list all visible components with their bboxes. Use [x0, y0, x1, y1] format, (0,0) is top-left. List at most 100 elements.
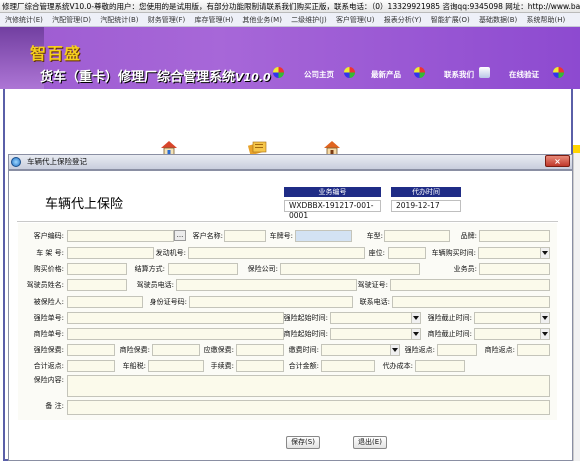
brand-logo: 智百盛 — [30, 44, 82, 63]
total-rebate-label: 合计返点: — [33, 362, 64, 370]
compulsory-rebate-input[interactable] — [437, 344, 477, 356]
compulsory-premium-input[interactable] — [67, 344, 115, 356]
commercial-rebate-label: 商险返点: — [484, 346, 515, 354]
window-title: 修理厂综合管理系统V10.0-尊敬的用户：您使用的是试用版，有部分功能限制请联系… — [2, 2, 580, 11]
menu-item-customers[interactable]: 客户管理(U) — [336, 16, 375, 24]
payment-time-label: 缴费时间: — [288, 346, 319, 354]
menu-item-parts[interactable]: 汽配管理(D) — [52, 16, 91, 24]
date-value: 2019-12-17 — [391, 200, 461, 212]
compulsory-policy-no-input[interactable] — [67, 312, 284, 324]
link-homepage[interactable]: 公司主页 — [304, 69, 334, 80]
commercial-premium-input[interactable] — [152, 344, 200, 356]
driver-license-label: 驾驶证号: — [357, 281, 388, 289]
insured-input[interactable] — [67, 296, 143, 308]
verify-icon — [553, 67, 564, 78]
link-new-products[interactable]: 最新产品 — [371, 69, 401, 80]
commercial-start-label: 商险起始时间: — [283, 330, 328, 338]
total-amount-input[interactable] — [321, 360, 375, 372]
menu-item-reports[interactable]: 报表分析(Y) — [384, 16, 422, 24]
salesman-label: 业务员: — [453, 265, 477, 273]
salesman-input[interactable] — [479, 263, 550, 275]
id-no-label: 身份证号码: — [149, 298, 187, 306]
commercial-rebate-input[interactable] — [517, 344, 550, 356]
agency-cost-label: 代办成本: — [382, 362, 413, 370]
vin-input[interactable] — [67, 247, 154, 259]
menu-item-base-data[interactable]: 基础数据(B) — [479, 16, 517, 24]
agency-cost-input[interactable] — [415, 360, 465, 372]
system-title-text: 货车（重卡）修理厂综合管理系统 — [40, 70, 236, 85]
engine-no-label: 发动机号: — [155, 249, 186, 257]
commercial-end-picker[interactable] — [474, 328, 550, 340]
dialog-close-button[interactable]: × — [545, 155, 570, 167]
insurer-input[interactable] — [280, 263, 420, 275]
brand-label: 品牌: — [460, 232, 477, 240]
handling-fee-label: 手续费: — [210, 362, 234, 370]
insured-label: 被保险人: — [33, 298, 64, 306]
driver-name-input[interactable] — [67, 279, 127, 291]
vehicle-tax-input[interactable] — [148, 360, 204, 372]
commercial-start-picker[interactable] — [330, 328, 421, 340]
chevron-down-icon — [392, 348, 398, 352]
menu-item-inventory[interactable]: 库存管理(H) — [194, 16, 233, 24]
id-no-input[interactable] — [189, 296, 353, 308]
settlement-label: 结算方式: — [134, 265, 165, 273]
commercial-end-label: 商险截止时间: — [427, 330, 472, 338]
contact-phone-input[interactable] — [392, 296, 550, 308]
remarks-textarea[interactable] — [67, 400, 550, 415]
seats-input[interactable] — [388, 247, 426, 259]
menu-item-help[interactable]: 系统帮助(H) — [526, 16, 565, 24]
system-version: V10.0 — [235, 71, 271, 84]
total-rebate-input[interactable] — [67, 360, 115, 372]
chevron-down-icon — [542, 316, 548, 320]
vin-label: 车 架 号: — [36, 249, 64, 257]
menu-item-extensions[interactable]: 智能扩展(O) — [431, 16, 470, 24]
customer-name-label: 客户名称: — [192, 232, 223, 240]
dialog-title: 车辆代上保险登记 — [27, 157, 87, 166]
payment-time-picker[interactable] — [321, 344, 400, 356]
compulsory-rebate-label: 强险返点: — [404, 346, 435, 354]
chevron-down-icon — [542, 251, 548, 255]
brand-input[interactable] — [479, 230, 550, 242]
link-contact-us[interactable]: 联系我们 — [444, 69, 474, 80]
plate-no-input[interactable] — [295, 230, 352, 242]
customer-code-label: 客户编码: — [33, 232, 64, 240]
seats-label: 座位: — [368, 249, 385, 257]
driver-phone-input[interactable] — [176, 279, 357, 291]
settlement-input[interactable] — [168, 263, 238, 275]
pin-marker — [573, 145, 580, 153]
compulsory-end-picker[interactable] — [474, 312, 550, 324]
globe-icon — [273, 67, 284, 78]
system-title: 货车（重卡）修理厂综合管理系统V10.0 — [40, 66, 271, 85]
menu-item-parts-stats[interactable]: 汽配统计(B) — [100, 16, 138, 24]
car-type-label: 车型: — [366, 232, 383, 240]
menu-item-stats[interactable]: 汽修统计(E) — [5, 16, 43, 24]
purchase-date-picker[interactable] — [478, 247, 550, 259]
menu-item-other[interactable]: 其他业务(M) — [242, 16, 282, 24]
engine-no-input[interactable] — [188, 247, 365, 259]
contact-icon — [414, 67, 425, 78]
chevron-down-icon — [413, 316, 419, 320]
compulsory-policy-no-label: 强险单号: — [33, 314, 64, 322]
car-type-input[interactable] — [384, 230, 450, 242]
total-amount-label: 合计金额: — [288, 362, 319, 370]
menu-bar: 汽修统计(E) 汽配管理(D) 汽配统计(B) 财务管理(F) 库存管理(H) … — [0, 13, 580, 27]
menu-item-finance[interactable]: 财务管理(F) — [148, 16, 186, 24]
compulsory-start-picker[interactable] — [330, 312, 421, 324]
commercial-policy-no-input[interactable] — [67, 328, 284, 340]
receivable-premium-input[interactable] — [236, 344, 284, 356]
window-title-bar: 修理厂综合管理系统V10.0-尊敬的用户：您使用的是试用版，有部分功能限制请联系… — [0, 0, 580, 13]
link-online-verify[interactable]: 在线验证 — [509, 69, 539, 80]
insurer-label: 保险公司: — [247, 265, 278, 273]
insurance-content-textarea[interactable] — [67, 375, 550, 397]
customer-code-input[interactable] — [67, 230, 174, 242]
driver-name-label: 驾驶员姓名: — [26, 281, 64, 289]
customer-lookup-button[interactable]: ... — [174, 230, 186, 241]
dialog-app-icon — [11, 157, 21, 167]
insurance-content-label: 保险内容: — [33, 376, 64, 384]
customer-name-input[interactable] — [224, 230, 266, 242]
menu-item-maintenance[interactable]: 二级维护(J) — [291, 16, 327, 24]
handling-fee-input[interactable] — [236, 360, 284, 372]
exit-button[interactable]: 退出(E) — [353, 436, 387, 449]
save-button[interactable]: 保存(S) — [286, 436, 320, 449]
driver-license-input[interactable] — [390, 279, 550, 291]
